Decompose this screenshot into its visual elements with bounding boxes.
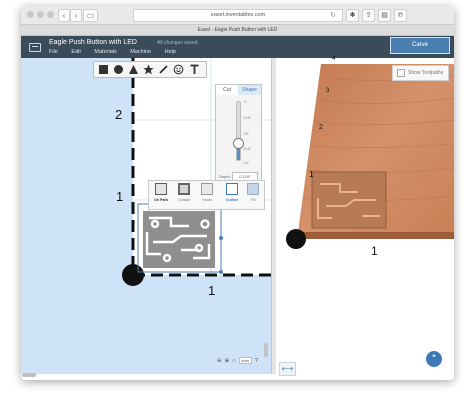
zoom-out-icon[interactable]: ⊖ bbox=[217, 358, 222, 364]
browser-tab[interactable]: Easel - Eagle Push Button with LED bbox=[21, 25, 454, 36]
zoom-controls: ⊖ ⊕ ⌂ inch? bbox=[217, 357, 261, 364]
save-status: All changes saved bbox=[157, 40, 198, 46]
browser-window: ‹ › ▭ easel.inventables.com ↻ ✱ ⇪ ▤ ℗ Ea… bbox=[21, 6, 454, 380]
circle-tool-icon[interactable] bbox=[113, 64, 124, 75]
y-axis-label-2: 2 bbox=[115, 107, 123, 122]
text-tool-icon[interactable] bbox=[189, 64, 200, 75]
show-toolpaths-button[interactable]: Show Toolpaths bbox=[392, 65, 449, 81]
preview-pane[interactable]: 4 3 2 1 1 bbox=[276, 56, 454, 374]
square-tool-icon[interactable] bbox=[98, 64, 109, 75]
wood-material-edge bbox=[296, 232, 454, 239]
preview-axis-3: 3 bbox=[326, 88, 330, 94]
window-zoom-button[interactable] bbox=[47, 11, 54, 18]
tab-title: Easel - Eagle Push Button with LED bbox=[197, 27, 278, 33]
window-minimize-button[interactable] bbox=[37, 11, 44, 18]
home-icon[interactable]: ⌂ bbox=[232, 358, 235, 364]
x-axis-label-1: 1 bbox=[208, 283, 216, 298]
cut-settings-panel: Cut Shape 0" 1/16" 1/8" 3/16" 1/4" Depth… bbox=[215, 84, 262, 186]
depth-slider[interactable] bbox=[233, 101, 244, 161]
outline-option[interactable]: Outline bbox=[221, 183, 243, 207]
menu-materials[interactable]: Materials bbox=[94, 49, 116, 55]
triangle-tool-icon[interactable] bbox=[128, 64, 139, 75]
preview-axis-4: 4 bbox=[332, 56, 336, 62]
outside-option[interactable]: Outside bbox=[173, 183, 195, 207]
pinterest-icon[interactable]: ℗ bbox=[394, 9, 407, 22]
extension-icon[interactable]: ✱ bbox=[346, 9, 359, 22]
zoom-in-icon[interactable]: ⊕ bbox=[225, 358, 230, 364]
depth-mark-3: 3/16" bbox=[243, 147, 252, 151]
depth-mark-1: 1/16" bbox=[243, 116, 252, 120]
chat-icon[interactable]: ❞ bbox=[426, 351, 442, 367]
address-bar[interactable]: easel.inventables.com ↻ bbox=[133, 9, 343, 22]
horizontal-scrollbar[interactable] bbox=[22, 373, 36, 377]
depth-mark-2: 1/8" bbox=[243, 132, 250, 136]
document-title[interactable]: Eagle Push Button with LED bbox=[49, 39, 137, 46]
toolpaths-icon bbox=[397, 68, 405, 77]
on-path-label: On Path bbox=[154, 198, 168, 202]
y-axis-label-1: 1 bbox=[116, 189, 124, 204]
shape-toolbar bbox=[93, 61, 207, 78]
on-path-option[interactable]: On Path bbox=[150, 183, 172, 207]
share-icon[interactable]: ⇪ bbox=[362, 9, 375, 22]
fill-label: Fill bbox=[250, 198, 256, 202]
expand-preview-button[interactable]: ⟷ bbox=[279, 362, 296, 376]
preview-scene bbox=[286, 64, 454, 249]
depth-mark-0: 0" bbox=[244, 100, 248, 104]
back-button[interactable]: ‹ bbox=[58, 9, 70, 22]
menu-machine[interactable]: Machine bbox=[130, 49, 151, 55]
window-close-button[interactable] bbox=[27, 11, 34, 18]
outside-label: Outside bbox=[177, 198, 191, 202]
inside-icon bbox=[201, 183, 213, 195]
browser-toolbar: ‹ › ▭ easel.inventables.com ↻ ✱ ⇪ ▤ ℗ bbox=[21, 6, 454, 25]
origin-marker bbox=[122, 264, 144, 286]
help-icon[interactable]: ? bbox=[255, 358, 258, 364]
machine-icon[interactable] bbox=[29, 43, 41, 52]
tab-cut[interactable]: Cut bbox=[216, 85, 238, 95]
pen-tool-icon[interactable] bbox=[158, 64, 169, 75]
unit-toggle[interactable]: inch bbox=[238, 357, 252, 364]
depth-mark-4: 1/4" bbox=[243, 161, 250, 165]
url-text: easel.inventables.com bbox=[210, 12, 266, 18]
outline-label: Outline bbox=[225, 198, 239, 202]
canvas-scrollbar[interactable] bbox=[264, 343, 268, 357]
cut-path-panel: On Path Outside Inside Outline Fill bbox=[148, 180, 265, 210]
menu-edit[interactable]: Edit bbox=[71, 49, 80, 55]
menu-file[interactable]: File bbox=[49, 49, 58, 55]
preview-origin-marker bbox=[286, 229, 306, 249]
menu-help[interactable]: Help bbox=[165, 49, 176, 55]
preview-axis-2: 2 bbox=[319, 124, 323, 131]
preview-axis-1-horizontal: 1 bbox=[371, 244, 378, 258]
depth-slider-handle[interactable] bbox=[233, 138, 244, 149]
sidebar-toggle-button[interactable]: ▭ bbox=[83, 9, 98, 22]
preview-axis-1-vertical: 1 bbox=[309, 170, 314, 179]
on-path-icon bbox=[155, 183, 167, 195]
star-tool-icon[interactable] bbox=[143, 64, 154, 75]
reload-icon[interactable]: ↻ bbox=[330, 10, 336, 21]
depth-label: Depth: bbox=[219, 174, 231, 179]
carve-button[interactable]: Carve bbox=[390, 37, 450, 54]
reader-icon[interactable]: ▤ bbox=[378, 9, 391, 22]
icon-library-smiley-icon[interactable] bbox=[173, 64, 184, 75]
tab-shape[interactable]: Shape bbox=[238, 85, 261, 95]
fill-option[interactable]: Fill bbox=[242, 183, 264, 207]
forward-button[interactable]: › bbox=[70, 9, 82, 22]
outside-icon bbox=[178, 183, 190, 195]
menu-bar: File Edit Materials Machine Help bbox=[49, 49, 188, 55]
outline-icon bbox=[226, 183, 238, 195]
inside-option[interactable]: Inside bbox=[196, 183, 218, 207]
inside-label: Inside bbox=[202, 198, 212, 202]
fill-icon bbox=[247, 183, 259, 195]
show-toolpaths-label: Show Toolpaths bbox=[408, 70, 444, 76]
